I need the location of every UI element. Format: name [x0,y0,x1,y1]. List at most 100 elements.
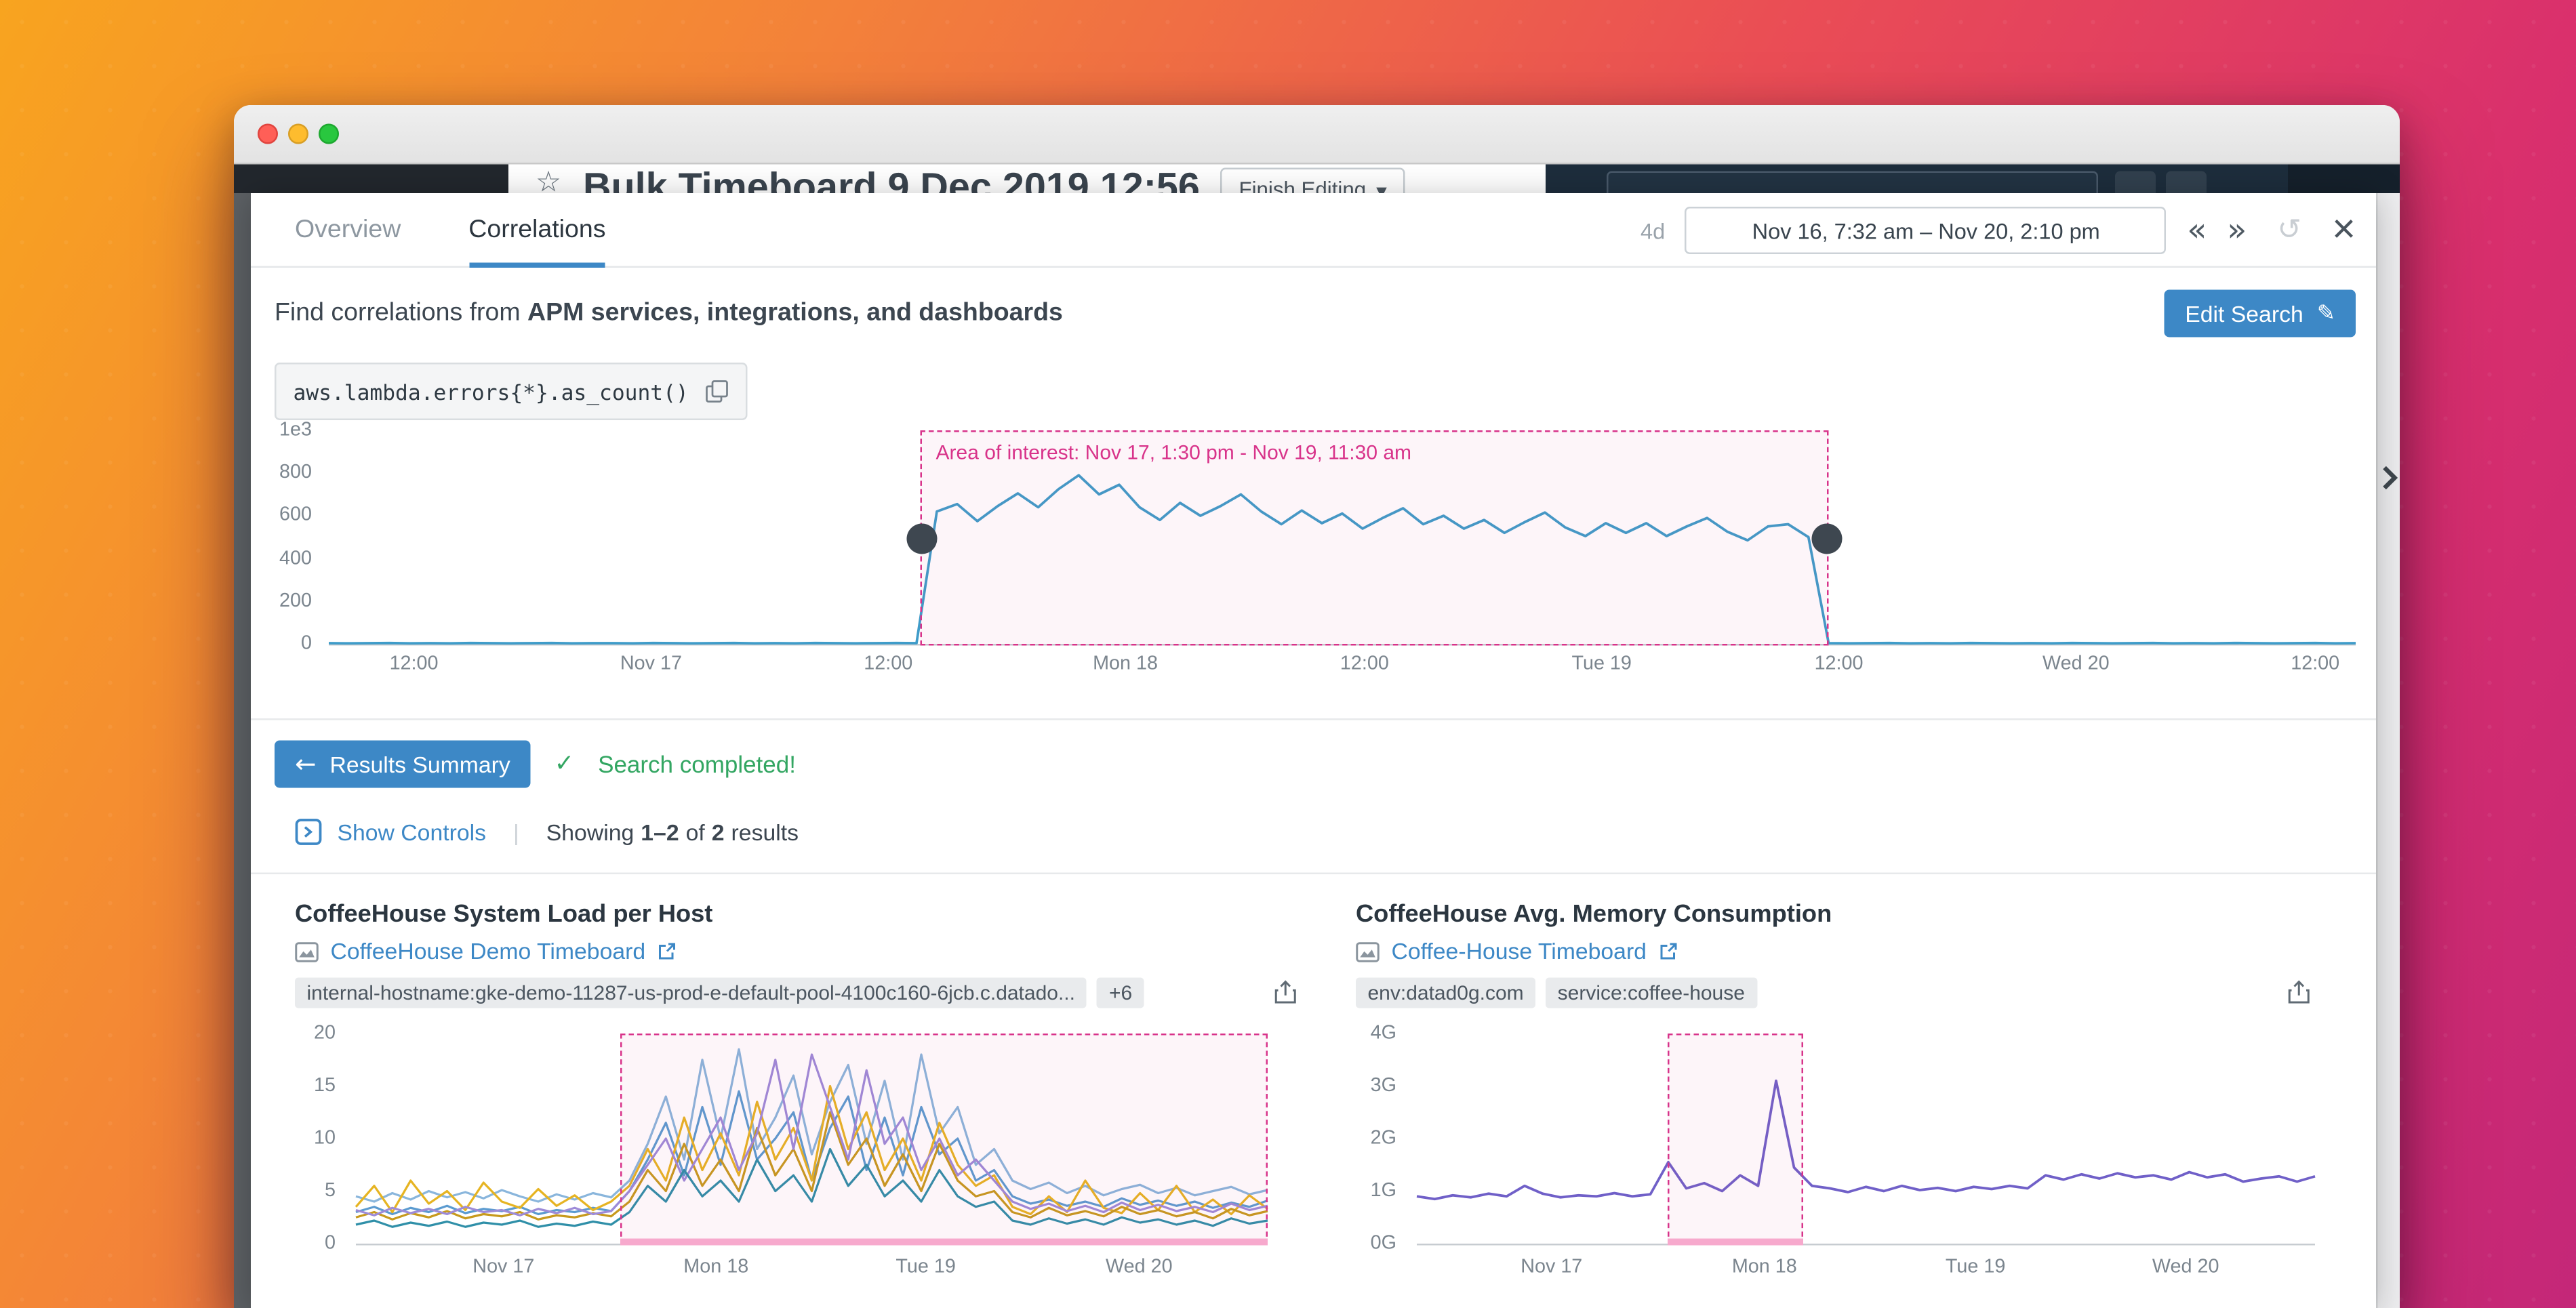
y-tick-label: 1G [1371,1181,1396,1202]
system-load-chart: 20151050 Nov 17Mon 18Tue 19Wed 20 [295,1034,1312,1288]
find-prefix: Find correlations from [275,298,527,327]
background-sidebar [234,165,508,194]
y-axis: 20151050 [295,1034,346,1244]
y-tick-label: 2G [1371,1128,1396,1149]
background-nav-section [2288,165,2400,194]
more-tags-chip[interactable]: +6 [1097,978,1144,1008]
minimize-window-button[interactable] [288,124,308,144]
y-tick-label: 200 [279,591,312,611]
screen: ☆ Bulk Timeboard 9 Dec 2019 12:56 Finish… [0,0,2576,1308]
x-tick-label: Tue 19 [1946,1257,2005,1278]
external-link-icon [658,942,677,961]
x-tick-label: 12:00 [390,654,439,674]
area-resize-handle-r[interactable] [1812,523,1843,553]
time-range-input[interactable] [1685,207,2167,254]
x-tick-label: Tue 19 [895,1257,955,1278]
results-count-text: Showing 1–2 of 2 results [546,819,799,845]
query-chip[interactable]: aws.lambda.errors{*}.as_count() [275,363,748,420]
tag-chip[interactable]: internal-hostname:gke-demo-11287-us-prod… [295,978,1087,1008]
export-icon[interactable] [1273,979,1299,1005]
y-tick-label: 600 [279,506,312,526]
edit-search-label: Edit Search [2185,301,2303,327]
x-tick-label: Nov 17 [1521,1257,1582,1278]
plot-area[interactable]: Area of interest: Nov 17, 1:30 pm - Nov … [329,430,2356,646]
correlations-panel: Overview Correlations 4d « » ↺ × Find cor… [251,193,2376,1308]
export-icon[interactable] [2287,979,2312,1005]
memory-consumption-chart: 4G3G2G1G0G Nov 17Mon 18Tue 19Wed 20 [1356,1034,2325,1288]
dashboard-icon [1356,941,1380,962]
plot-area[interactable] [1417,1034,2315,1246]
x-tick-label: 12:00 [1340,654,1389,674]
x-axis: Nov 17Mon 18Tue 19Wed 20 [356,1257,1268,1281]
refresh-icon[interactable]: ↺ [2277,216,2301,245]
results-summary-button[interactable]: ← Results Summary [275,741,531,788]
tag-chip[interactable]: service:coffee-house [1546,978,1756,1008]
timeboard-title: Bulk Timeboard 9 Dec 2019 12:56 [583,165,1200,194]
edit-search-button[interactable]: Edit Search ✎ [2165,290,2356,338]
tag-row: env:datad0g.com service:coffee-house [1356,976,2325,1010]
tag-row: internal-hostname:gke-demo-11287-us-prod… [295,976,1312,1010]
dashboard-icon [295,941,319,962]
y-tick-label: 0G [1371,1233,1396,1254]
x-tick-label: Wed 20 [1106,1257,1173,1278]
tab-correlations[interactable]: Correlations [468,193,605,268]
correlation-source-chart: 1e38006004002000 Area of interest: Nov 1… [251,427,2376,698]
window-titlebar[interactable] [234,105,2400,165]
find-correlations-text: Find correlations from APM services, int… [275,288,2356,339]
check-icon: ✓ [555,751,574,778]
x-tick-label: 12:00 [2291,654,2339,674]
x-tick-label: Tue 19 [1571,654,1631,674]
area-selection-strip [620,1239,1268,1246]
time-shortcut[interactable]: 4d [1641,218,1665,243]
find-emphasis: APM services, integrations, and dashboar… [527,298,1063,327]
finish-editing-label: Finish Editing [1239,178,1367,194]
y-tick-label: 5 [325,1181,336,1202]
close-window-button[interactable] [258,124,278,144]
dashboard-link[interactable]: CoffeeHouse Demo Timeboard [331,939,646,964]
results-word: results [731,819,799,845]
caret-down-icon: ▾ [1376,178,1387,194]
area-resize-handle-l[interactable] [907,523,938,553]
showing-range: 1–2 [641,819,679,845]
close-panel-icon[interactable]: × [2332,210,2356,251]
zoom-window-button[interactable] [319,124,339,144]
browser-window: ☆ Bulk Timeboard 9 Dec 2019 12:56 Finish… [234,105,2400,1308]
area-of-interest[interactable]: Area of interest: Nov 17, 1:30 pm - Nov … [921,430,1828,646]
area-of-interest[interactable] [620,1034,1268,1246]
tag-chip[interactable]: env:datad0g.com [1356,978,1535,1008]
y-axis: 1e38006004002000 [251,430,325,644]
of-word: of [686,819,705,845]
show-controls-icon[interactable] [295,819,322,846]
y-tick-label: 20 [314,1023,336,1044]
showing-word: Showing [546,819,634,845]
showing-total: 2 [712,819,725,845]
card-link-row: CoffeeHouse Demo Timeboard [295,939,676,964]
card-title: CoffeeHouse System Load per Host [295,901,712,928]
controls-bar: Show Controls | Showing 1–2 of 2 results [295,813,799,851]
underlay-right-edge [2376,193,2400,1308]
plot-area[interactable] [356,1034,1268,1246]
divider [251,873,2376,875]
show-controls-link[interactable]: Show Controls [338,819,486,845]
y-tick-label: 0 [325,1233,336,1254]
dashboard-link[interactable]: Coffee-House Timeboard [1392,939,1647,964]
y-tick-label: 0 [301,634,312,654]
star-icon[interactable]: ☆ [536,166,561,193]
card-link-row: Coffee-House Timeboard [1356,939,1677,964]
copy-icon[interactable] [706,380,729,403]
x-tick-label: Wed 20 [2042,654,2110,674]
results-bar: ← Results Summary ✓ Search completed! [275,739,796,790]
area-selection-strip [1668,1239,1803,1246]
pencil-icon: ✎ [2317,301,2335,327]
y-tick-label: 3G [1371,1076,1396,1097]
finish-editing-button[interactable]: Finish Editing ▾ [1220,168,1405,194]
x-tick-label: Mon 18 [1732,1257,1797,1278]
x-tick-label: Mon 18 [1093,654,1158,674]
y-tick-label: 15 [314,1076,336,1097]
results-summary-label: Results Summary [329,752,510,777]
area-of-interest[interactable] [1668,1034,1803,1246]
time-forward-icon[interactable]: » [2227,214,2247,247]
time-back-icon[interactable]: « [2187,214,2207,247]
tab-overview[interactable]: Overview [295,193,401,268]
collapse-panel-icon[interactable] [2381,464,2398,500]
